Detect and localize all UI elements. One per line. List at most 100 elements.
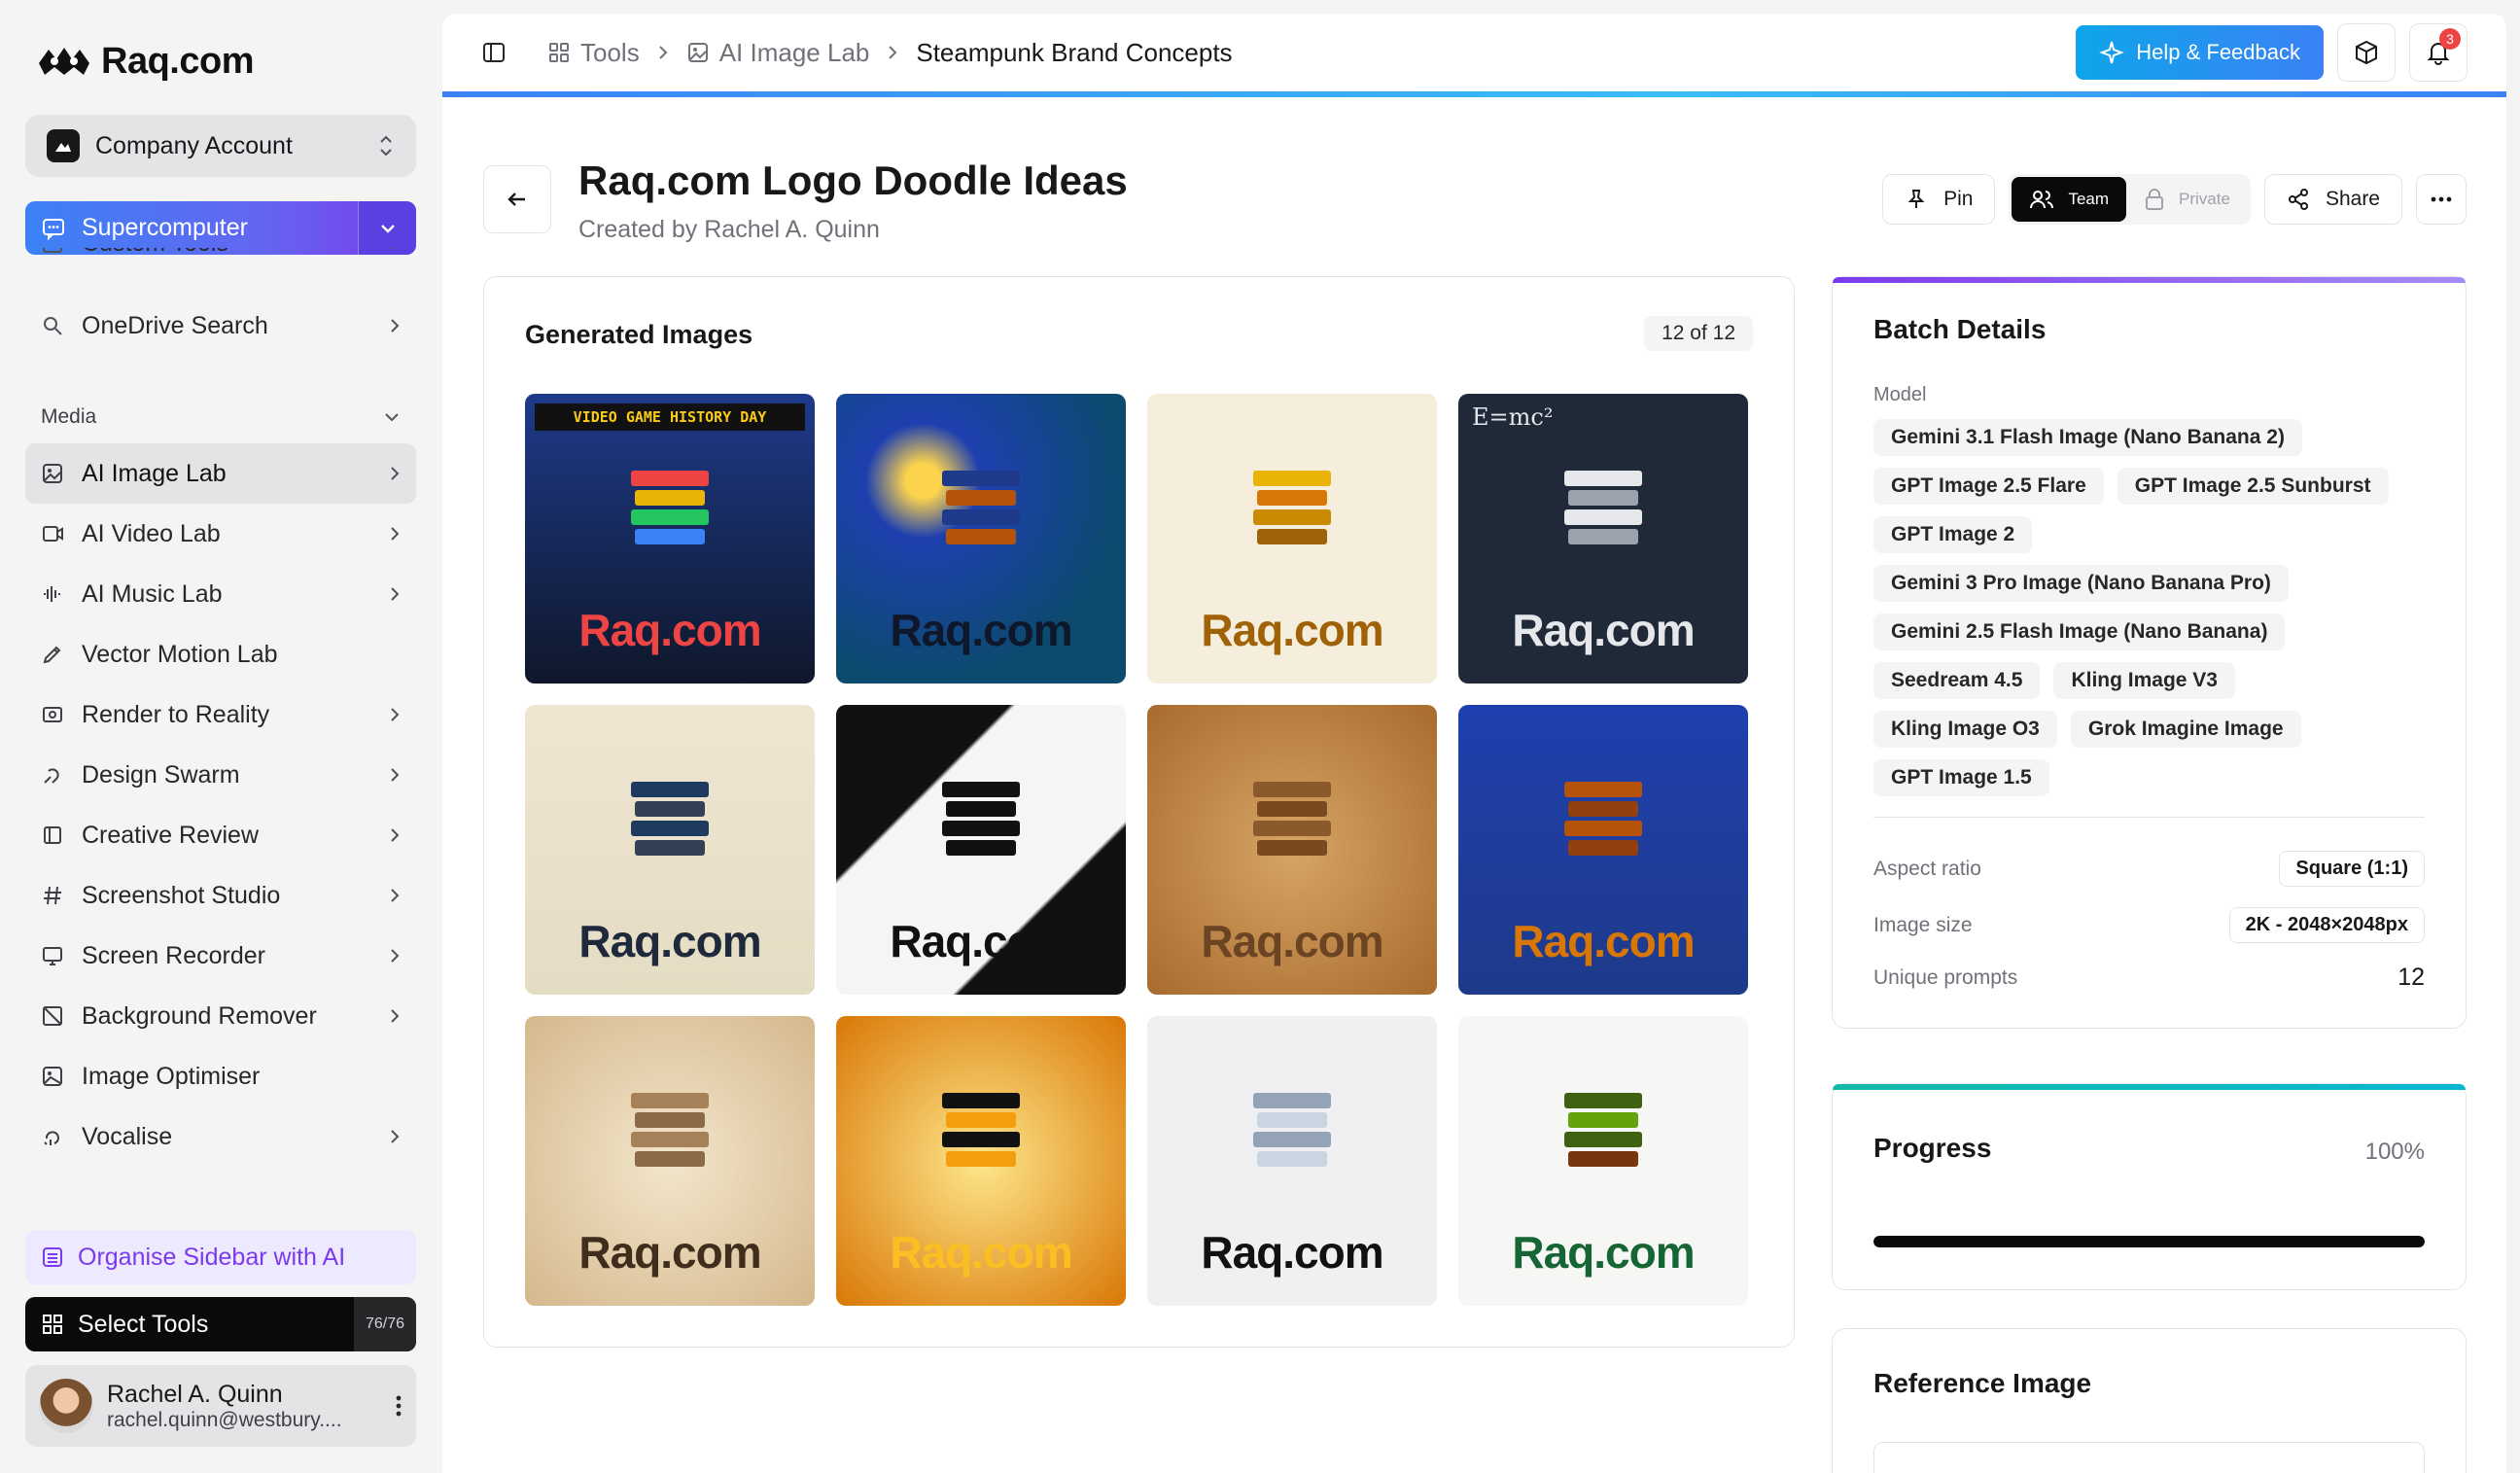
- visibility-toggle[interactable]: Team Private: [2009, 174, 2251, 225]
- chevron-right-icon: [391, 768, 400, 782]
- generated-image-tile[interactable]: VIDEO GAME HISTORY DAY Raq.com: [525, 394, 815, 684]
- render-icon: [43, 707, 62, 722]
- progress-percent: 100%: [2364, 1139, 2425, 1165]
- supercomputer-button[interactable]: Supercomputer: [25, 201, 416, 255]
- generated-image-tile[interactable]: Raq.com: [1147, 394, 1437, 684]
- private-option[interactable]: Private: [2126, 177, 2248, 222]
- review-icon: [44, 826, 61, 844]
- more-options-button[interactable]: [2416, 174, 2467, 225]
- sidebar-item-render-to-reality[interactable]: Render to Reality: [25, 684, 416, 745]
- organise-sidebar-button[interactable]: Organise Sidebar with AI: [25, 1230, 416, 1284]
- aspect-ratio-value: Square (1:1): [2279, 851, 2425, 887]
- generated-image-tile[interactable]: Raq.com: [1458, 1016, 1748, 1306]
- grid-icon: [549, 43, 569, 62]
- back-button[interactable]: [483, 165, 551, 233]
- chevron-right-icon: [391, 467, 400, 480]
- pin-button[interactable]: Pin: [1882, 174, 1996, 225]
- team-option[interactable]: Team: [2012, 177, 2127, 222]
- breadcrumb-tools[interactable]: Tools: [547, 38, 640, 68]
- chevron-updown-icon: [380, 135, 392, 157]
- gallery-title: Generated Images: [525, 320, 753, 349]
- supercomputer-label: Supercomputer: [82, 214, 248, 241]
- sidebar-toggle-icon[interactable]: [481, 40, 507, 65]
- brand-name: Raq.com: [101, 40, 254, 82]
- monitor-icon: [43, 947, 62, 965]
- tile-banner: VIDEO GAME HISTORY DAY: [535, 403, 805, 431]
- grid-icon: [43, 1315, 62, 1334]
- model-chip: Kling Image O3: [1873, 711, 2057, 748]
- reference-image-dropzone[interactable]: [1873, 1442, 2425, 1473]
- sidebar-item-screen-recorder[interactable]: Screen Recorder: [25, 926, 416, 986]
- tile-equation: E=mc²: [1472, 403, 1554, 431]
- sidebar-item-vocalise[interactable]: Vocalise: [25, 1106, 416, 1167]
- raq-logo-mark: [1253, 1093, 1331, 1168]
- chevron-right-icon: [391, 587, 400, 601]
- sidebar-item-background-remover[interactable]: Background Remover: [25, 986, 416, 1046]
- tile-logo-text: Raq.com: [1512, 916, 1695, 966]
- notification-count-badge: 3: [2439, 28, 2461, 50]
- tile-logo-text: Raq.com: [1201, 1227, 1383, 1278]
- model-label: Model: [1873, 384, 1927, 405]
- sidebar-item-image-optimiser[interactable]: Image Optimiser: [25, 1046, 416, 1106]
- sidebar-item-ai-video-lab[interactable]: AI Video Lab: [25, 504, 416, 564]
- sidebar-item-creative-review[interactable]: Creative Review: [25, 805, 416, 865]
- main-content: Tools AI Image Lab Steampunk Brand Conce…: [442, 14, 2506, 1473]
- sidebar-item-screenshot-studio[interactable]: Screenshot Studio: [25, 865, 416, 926]
- media-section-header[interactable]: Media: [41, 405, 401, 429]
- chevron-right-icon: [391, 889, 400, 902]
- pen-icon: [43, 646, 61, 664]
- model-chip: GPT Image 2.5 Flare: [1873, 468, 2104, 505]
- more-vertical-icon[interactable]: [395, 1393, 402, 1419]
- raq-logo-mark: [942, 471, 1020, 545]
- model-chip: GPT Image 2: [1873, 516, 2033, 553]
- unique-prompts-value: 12: [2398, 964, 2425, 991]
- user-profile[interactable]: Rachel A. Quinn rachel.quinn@westbury...…: [25, 1365, 416, 1447]
- package-icon: [2356, 40, 2377, 65]
- raq-logo-icon: [39, 48, 89, 75]
- raq-logo-mark: [1564, 471, 1642, 545]
- generated-image-tile[interactable]: Raq.com: [525, 1016, 815, 1306]
- sidebar-item-vector-motion-lab[interactable]: Vector Motion Lab: [25, 624, 416, 684]
- avatar: [39, 1379, 93, 1433]
- raq-logo-mark: [1253, 471, 1331, 545]
- generated-image-tile[interactable]: Raq.com: [836, 705, 1126, 995]
- raq-logo-mark: [631, 471, 709, 545]
- generated-image-tile[interactable]: Raq.com: [836, 1016, 1126, 1306]
- generated-image-tile[interactable]: Raq.com: [525, 705, 815, 995]
- share-button[interactable]: Share: [2263, 174, 2402, 225]
- sidebar-item-design-swarm[interactable]: Design Swarm: [25, 745, 416, 805]
- breadcrumb-ai-image-lab[interactable]: AI Image Lab: [686, 38, 869, 68]
- page-subtitle: Created by Rachel A. Quinn: [578, 216, 880, 243]
- generated-image-tile[interactable]: Raq.com: [836, 394, 1126, 684]
- chevron-right-icon: [391, 1009, 400, 1023]
- generated-image-tile[interactable]: Raq.com: [1147, 705, 1437, 995]
- image-count-badge: 12 of 12: [1644, 316, 1753, 351]
- chevron-right-icon: [391, 828, 400, 842]
- package-button[interactable]: [2337, 23, 2396, 82]
- progress-bar: [1873, 1236, 2425, 1247]
- sidebar-item-custom-tools[interactable]: Custom Tools: [25, 248, 416, 271]
- nav-onedrive: OneDrive Search: [25, 296, 416, 356]
- tools-icon: [43, 248, 62, 253]
- generated-image-tile[interactable]: E=mc² Raq.com: [1458, 394, 1748, 684]
- brand-logo[interactable]: Raq.com: [35, 39, 254, 84]
- sparkle-icon: [2099, 41, 2125, 64]
- help-feedback-button[interactable]: Help & Feedback: [2076, 25, 2324, 80]
- model-chip: Gemini 2.5 Flash Image (Nano Banana): [1873, 614, 2286, 650]
- sidebar-item-onedrive-search[interactable]: OneDrive Search: [25, 296, 416, 356]
- user-name: Rachel A. Quinn: [107, 1380, 283, 1408]
- swarm-icon: [44, 768, 59, 784]
- sidebar-item-ai-image-lab[interactable]: AI Image Lab: [25, 443, 416, 504]
- notifications-button[interactable]: 3: [2409, 23, 2468, 82]
- model-chip: GPT Image 1.5: [1873, 759, 2049, 796]
- raq-logo-mark: [631, 1093, 709, 1168]
- generated-image-tile[interactable]: Raq.com: [1147, 1016, 1437, 1306]
- sidebar-item-ai-music-lab[interactable]: AI Music Lab: [25, 564, 416, 624]
- account-switcher[interactable]: Company Account: [25, 115, 416, 177]
- reference-image-title: Reference Image: [1873, 1368, 2092, 1398]
- image-icon: [687, 43, 708, 62]
- select-tools-button[interactable]: Select Tools 76/76: [25, 1297, 416, 1351]
- model-chip: Seedream 4.5: [1873, 662, 2041, 699]
- generated-image-tile[interactable]: Raq.com: [1458, 705, 1748, 995]
- supercomputer-dropdown[interactable]: [358, 201, 416, 255]
